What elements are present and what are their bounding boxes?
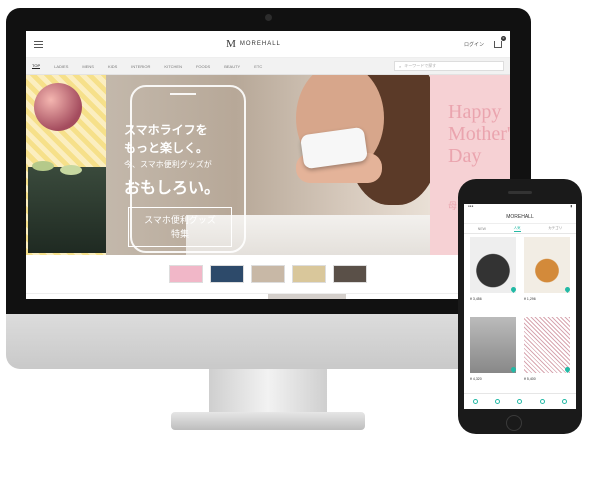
imac-chin [6,314,531,369]
header-actions: ログイン 0 [464,35,506,48]
cart-icon[interactable] [562,399,568,404]
matcha-cup [60,165,82,175]
logo-text: MOREHALL [239,41,281,47]
hero-prev-slide[interactable] [26,75,106,255]
mobile-screen: ●●● ▮ MOREHALL NEW 人気 カテゴリ ¥ 3,456 ¥ 1,29… [464,204,576,409]
product-mockup: M MOREHALL ログイン 0 TOP LADIES MENS KIDS I… [0,0,593,486]
hero-carousel[interactable]: スマホライフを もっと楽しく。 今、スマホ便利グッズが おもしろい。 スマホ便利… [26,75,510,255]
product-card[interactable]: ¥ 1,296 [520,235,574,313]
nav-item-beauty[interactable]: BEAUTY [224,64,240,69]
camera [265,14,272,21]
thumbnail[interactable] [333,265,367,283]
site-logo[interactable]: M MOREHALL [226,38,281,50]
product-card[interactable]: ¥ 5,400 [520,315,574,393]
phone-speaker [508,191,532,194]
sweets-image [34,83,82,131]
product-image [524,317,570,373]
phone-speaker-graphic [170,93,196,95]
logo-mark: M [226,38,237,50]
cart-icon[interactable]: 0 [494,35,506,48]
product-grid: ¥ 3,456 ¥ 1,296 ¥ 4,320 ¥ 5,400 [464,234,576,394]
search-input[interactable]: ⌕ キーワードで探す [394,61,504,71]
user-icon[interactable] [539,399,545,404]
search-icon: ⌕ [399,63,402,69]
product-price: ¥ 3,456 [470,297,482,301]
category-nav: TOP LADIES MENS KIDS INTERIOR KITCHEN FO… [26,58,510,75]
site-header: M MOREHALL ログイン 0 [26,31,510,58]
product-price: ¥ 5,400 [524,377,536,381]
nav-item-top[interactable]: TOP [32,63,41,69]
mobile-tabs: NEW 人気 カテゴリ [464,224,576,234]
mobile-title: MOREHALL [464,210,576,224]
home-icon[interactable] [472,399,478,404]
thumbnail[interactable] [169,265,203,283]
thumbnail[interactable] [292,265,326,283]
imac-foot [171,412,365,430]
nav-item-ladies[interactable]: LADIES [54,64,68,69]
search-icon[interactable] [495,399,501,404]
iphone-device: ●●● ▮ MOREHALL NEW 人気 カテゴリ ¥ 3,456 ¥ 1,29… [458,179,582,434]
hero-subline: 今、スマホ便利グッズが [124,160,212,169]
product-image [470,237,516,293]
home-button[interactable] [506,415,522,431]
feature-button[interactable]: スマホ便利グッズ 特集 [128,207,232,247]
cart-badge: 0 [501,35,506,41]
mobile-tab-bar [464,393,576,409]
hero-headline-3: おもしろい。 [124,180,221,197]
product-price: ¥ 4,320 [470,377,482,381]
thumbnail[interactable] [251,265,285,283]
carousel-thumbnails [26,255,510,293]
content-below [26,293,510,299]
tab-category[interactable]: カテゴリ [548,226,562,231]
product-card[interactable]: ¥ 3,456 [466,235,520,313]
nav-item-interior[interactable]: INTERIOR [131,64,150,69]
product-image [524,237,570,293]
mothers-day-subtext: 母 [448,201,458,211]
login-link[interactable]: ログイン [464,41,484,48]
tab-popular[interactable]: 人気 [513,226,521,232]
nav-item-foods[interactable]: FOODS [196,64,210,69]
matcha-image [28,167,106,253]
feature-button-line1: スマホ便利グッズ [144,215,216,225]
desktop-screen: M MOREHALL ログイン 0 TOP LADIES MENS KIDS I… [26,31,510,299]
nav-item-kitchen[interactable]: KITCHEN [164,64,182,69]
hero-headline-1: スマホライフを [124,123,208,137]
thumbnail[interactable] [210,265,244,283]
menu-icon[interactable] [34,40,43,48]
hero-headline-2: もっと楽しく。 [124,141,209,155]
nav-item-etc[interactable]: ETC [254,64,262,69]
tab-new[interactable]: NEW [478,227,486,231]
product-image [470,317,516,373]
nav-item-mens[interactable]: MENS [82,64,94,69]
mothers-day-text: Happy Mother's Day [448,101,510,167]
feature-button-line2: 特集 [170,229,189,239]
nav-item-kids[interactable]: KIDS [108,64,117,69]
product-card[interactable]: ¥ 4,320 [466,315,520,393]
bell-icon[interactable] [517,399,523,404]
search-placeholder: キーワードで探す [404,63,437,68]
product-price: ¥ 1,296 [524,297,536,301]
matcha-cup [32,161,54,171]
